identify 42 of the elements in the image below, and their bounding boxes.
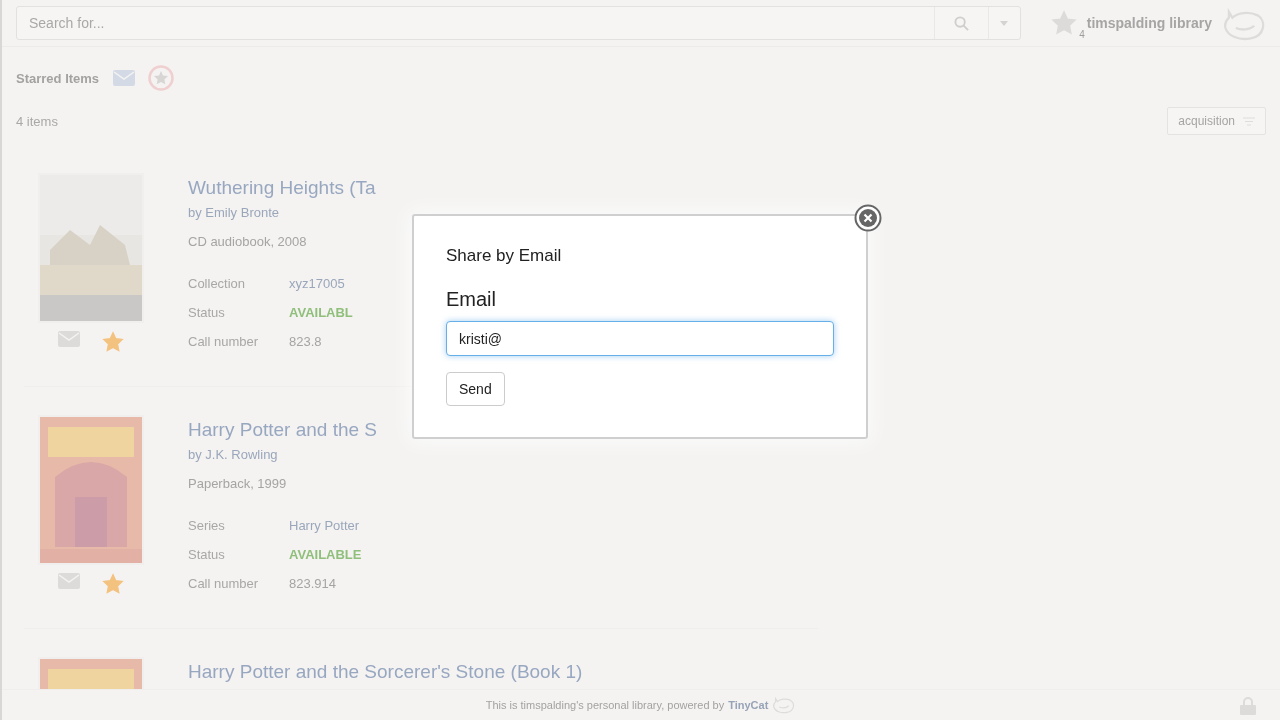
close-button[interactable] [854,204,882,232]
field-value: 823.914 [289,576,337,591]
item-count: 4 items [16,113,58,129]
starred-star-icon[interactable] [1050,10,1077,36]
field-label: Call number [188,334,260,349]
field-value: AVAILABL [289,305,354,320]
book-title[interactable]: Wuthering Heights (Ta [188,177,376,199]
dialog-title: Share by Email [446,246,563,266]
send-button[interactable]: Send [446,372,505,406]
field-value[interactable]: xyz17005 [289,276,376,291]
page-heading: Starred Items [16,70,100,86]
library-name: timspalding library [1086,15,1212,31]
footer-text: This is timspalding's personal library, powered by [485,699,725,711]
lock-icon[interactable] [1240,697,1256,715]
field-value: AVAILABLE [289,547,363,562]
mail-icon[interactable] [58,573,80,589]
filter-icon [1243,116,1255,126]
book-title[interactable]: Harry Potter and the Sorcerer's Stone (Book 1) [188,661,583,683]
book-format: CD audiobook, 2008 [188,234,308,249]
field-value[interactable]: Harry Potter [289,518,378,533]
book-format: Paperback, 1999 [188,476,288,491]
star-icon[interactable] [102,573,124,595]
search-icon [953,15,969,31]
star-icon[interactable] [102,331,124,353]
field-value: 823.8 [289,334,323,349]
caret-icon [1000,20,1009,26]
mail-icon[interactable] [58,331,80,347]
field-label: Series [188,518,226,533]
book-author: by Emily Bronte [188,205,281,220]
field-label: Collection [188,276,247,291]
field-label: Status [188,547,226,562]
star-count: 4 [1079,29,1085,40]
email-field[interactable]: kristi@ [446,321,834,356]
book-title[interactable]: Harry Potter and the S [188,419,378,441]
mail-icon[interactable] [113,70,136,86]
sort-button[interactable]: acquisition [1167,107,1266,135]
unstar-icon[interactable] [147,64,176,92]
email-label: Email [446,288,497,311]
field-label: Status [188,305,226,320]
book-author: by J.K. Rowling [188,447,279,462]
footer-link[interactable]: TinyCat [728,699,769,711]
field-label: Call number [188,576,260,591]
